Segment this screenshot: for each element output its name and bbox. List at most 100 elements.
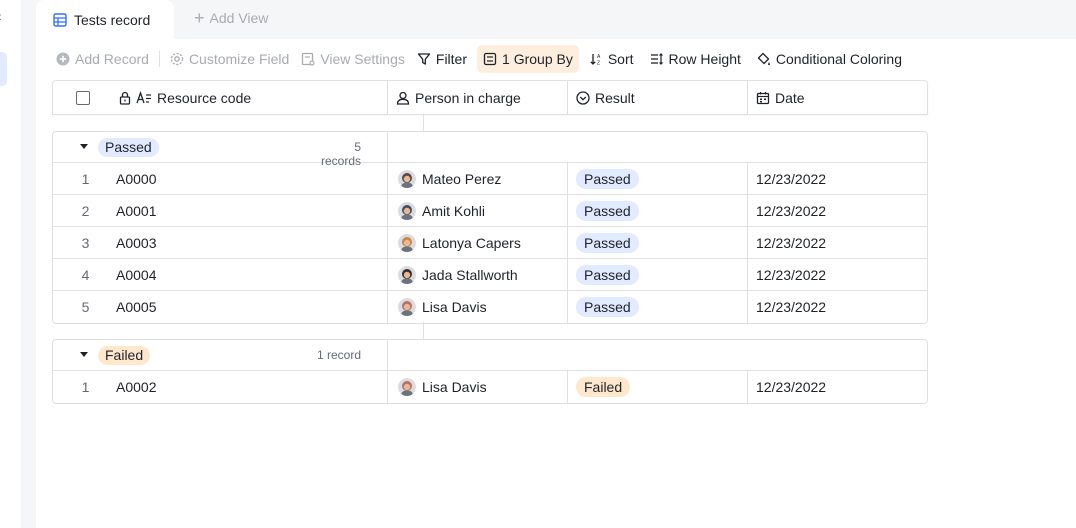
- conditional-coloring-button[interactable]: Conditional Coloring: [751, 45, 908, 73]
- lock-icon: [119, 91, 131, 105]
- row-number: 2: [81, 202, 90, 219]
- row-number: 3: [81, 234, 90, 251]
- group-header[interactable]: Failed 1 record: [53, 340, 927, 371]
- date-cell[interactable]: 12/23/2022: [748, 299, 927, 315]
- sort-button[interactable]: AZ Sort: [583, 45, 640, 73]
- person-cell[interactable]: Mateo Perez: [388, 163, 568, 194]
- sort-icon: AZ: [590, 54, 601, 67]
- group-by-button[interactable]: 1 Group By: [477, 45, 579, 73]
- group-header[interactable]: Passed 5 records: [53, 132, 927, 168]
- filter-label: Filter: [435, 51, 468, 67]
- main-area: Tests record + Add View Add Record Custo…: [36, 0, 1076, 528]
- result-tag: Passed: [576, 168, 639, 189]
- resource-code-cell[interactable]: A0005: [116, 291, 388, 323]
- collapse-triangle-icon[interactable]: [80, 144, 88, 149]
- add-record-button[interactable]: Add Record: [50, 45, 155, 73]
- resource-code-cell[interactable]: A0001: [116, 195, 388, 226]
- person-cell[interactable]: Amit Kohli: [388, 195, 568, 226]
- result-cell[interactable]: Passed: [568, 195, 748, 226]
- add-record-label: Add Record: [75, 51, 149, 67]
- group-record-count: 1 record: [316, 348, 361, 362]
- row-height-label: Row Height: [668, 51, 741, 67]
- svg-text:Z: Z: [597, 61, 600, 67]
- result-cell[interactable]: Passed: [568, 259, 748, 290]
- sort-label: Sort: [607, 51, 634, 67]
- single-select-icon: [576, 90, 590, 105]
- table-row[interactable]: 3 A0003 Latonya Capers Passed 12/23/2022: [53, 227, 927, 259]
- select-all-checkbox[interactable]: [76, 90, 90, 105]
- avatar: [398, 201, 416, 220]
- row-number: 1: [81, 379, 90, 395]
- resource-code-cell[interactable]: A0004: [116, 259, 388, 290]
- paint-bucket-icon: [757, 52, 770, 65]
- date-cell[interactable]: 12/23/2022: [748, 379, 927, 395]
- collapse-chevron-icon[interactable]: ‹: [0, 8, 2, 24]
- date-cell[interactable]: 12/23/2022: [748, 267, 927, 283]
- grid-header: Resource code Person in charge Result Da…: [52, 80, 928, 115]
- person-name: Mateo Perez: [422, 170, 502, 187]
- data-grid: Resource code Person in charge Result Da…: [52, 80, 928, 404]
- row-height-button[interactable]: Row Height: [644, 45, 747, 73]
- person-icon: [396, 91, 410, 105]
- person-name: Amit Kohli: [422, 202, 486, 219]
- column-header-date[interactable]: Date: [748, 81, 927, 114]
- person-cell[interactable]: Jada Stallworth: [388, 259, 568, 290]
- date-cell[interactable]: 12/23/2022: [748, 171, 927, 187]
- add-circle-icon: [56, 52, 70, 66]
- customize-field-button[interactable]: Customize Field: [164, 45, 295, 73]
- filter-icon: [417, 53, 431, 65]
- date-cell[interactable]: 12/23/2022: [748, 235, 927, 251]
- result-cell[interactable]: Passed: [568, 163, 748, 194]
- tab-tests-record[interactable]: Tests record: [36, 0, 174, 39]
- avatar: [398, 378, 416, 396]
- table-row[interactable]: 1 A0000 Mateo Perez Passed 12/23/2022: [53, 163, 927, 195]
- row-number: 4: [81, 266, 90, 283]
- filter-button[interactable]: Filter: [411, 45, 473, 73]
- group-divider: [387, 340, 388, 370]
- customize-field-label: Customize Field: [188, 51, 290, 67]
- table-row[interactable]: 4 A0004 Jada Stallworth Passed 12/23/2022: [53, 259, 927, 291]
- person-cell[interactable]: Lisa Davis: [388, 371, 568, 403]
- collapse-triangle-icon[interactable]: [80, 352, 88, 357]
- resource-code-cell[interactable]: A0002: [116, 371, 388, 403]
- toolbar: Add Record Customize Field View Settings…: [50, 45, 908, 73]
- result-tag: Passed: [576, 232, 639, 253]
- view-settings-label: View Settings: [320, 51, 405, 67]
- avatar: [398, 265, 416, 284]
- date-cell[interactable]: 12/23/2022: [748, 203, 927, 219]
- table-row[interactable]: 2 A0001 Amit Kohli Passed 12/23/2022: [53, 195, 927, 227]
- frozen-column-divider: [423, 322, 424, 340]
- record-group: Failed 1 record 1 A0002 Lisa Davis Failed 12/2…: [52, 339, 928, 404]
- table-row[interactable]: 1 A0002 Lisa Davis Failed 12/23/2022: [53, 371, 927, 403]
- group-divider: [387, 132, 388, 162]
- resource-code-cell[interactable]: A0000: [116, 163, 388, 194]
- person-name: Latonya Capers: [422, 234, 521, 251]
- calendar-icon: [756, 91, 770, 104]
- result-tag: Failed: [576, 377, 631, 397]
- row-number: 1: [81, 170, 90, 187]
- group-tag: Failed: [98, 346, 151, 365]
- left-sidebar: ‹: [0, 0, 21, 528]
- result-cell[interactable]: Failed: [568, 371, 748, 403]
- avatar: [398, 298, 416, 316]
- person-cell[interactable]: Latonya Capers: [388, 227, 568, 258]
- view-settings-button[interactable]: View Settings: [295, 45, 411, 73]
- result-tag: Passed: [576, 297, 639, 317]
- result-tag: Passed: [576, 200, 639, 221]
- column-header-resource-code[interactable]: Resource code: [53, 81, 388, 114]
- result-cell[interactable]: Passed: [568, 291, 748, 323]
- sidebar-selected-item[interactable]: [0, 52, 7, 86]
- gear-icon: [170, 52, 184, 66]
- result-cell[interactable]: Passed: [568, 227, 748, 258]
- person-name: Lisa Davis: [422, 299, 487, 315]
- column-header-person-in-charge[interactable]: Person in charge: [388, 81, 568, 114]
- table-row[interactable]: 5 A0005 Lisa Davis Passed 12/23/2022: [53, 291, 927, 323]
- person-name: Jada Stallworth: [422, 266, 518, 283]
- add-view-button[interactable]: + Add View: [194, 9, 268, 27]
- column-header-result[interactable]: Result: [568, 81, 748, 114]
- record-group: Passed 5 records 1 A0000 Mateo Perez Passed 12…: [52, 131, 928, 324]
- resource-code-cell[interactable]: A0003: [116, 227, 388, 258]
- person-cell[interactable]: Lisa Davis: [388, 291, 568, 323]
- column-label: Result: [595, 89, 635, 106]
- result-tag: Passed: [576, 264, 639, 285]
